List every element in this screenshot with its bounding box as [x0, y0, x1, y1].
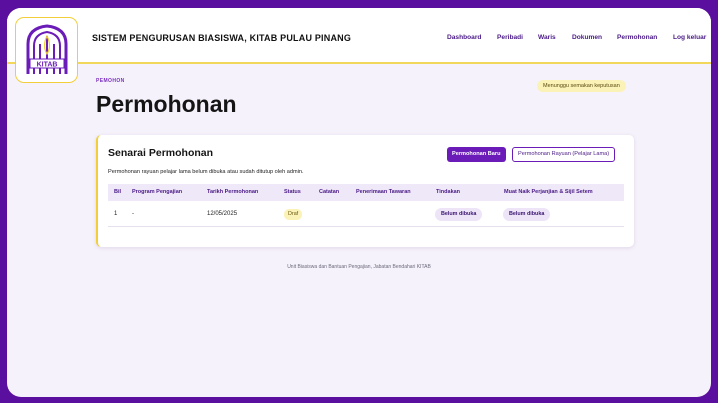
appeal-closed-note: Permohonan rayuan pelajar lama belum dib…: [108, 169, 304, 175]
column-header-tindakan: Tindakan: [436, 189, 461, 195]
action-not-open-badge: Belum dibuka: [435, 208, 483, 221]
cell-tarikh: 12/05/2025: [207, 211, 238, 217]
kitab-logo[interactable]: KITAB: [15, 17, 78, 83]
page-footer: Unit Biasiswa dan Bantuan Pengajian, Jab…: [287, 264, 431, 270]
new-application-button[interactable]: Permohonan Baru: [447, 147, 506, 162]
cell-program: -: [132, 211, 134, 217]
column-header-status: Status: [284, 189, 301, 195]
top-navigation-bar: SISTEM PENGURUSAN BIASISWA, KITAB PULAU …: [7, 8, 711, 64]
logo-text: KITAB: [36, 62, 57, 69]
application-status-badge: Menunggu semakan keputusan: [537, 80, 626, 92]
breadcrumb: PEMOHON: [96, 78, 125, 84]
column-header-tarikh: Tarikh Permohonan: [207, 189, 259, 195]
site-title: SISTEM PENGURUSAN BIASISWA, KITAB PULAU …: [92, 33, 352, 43]
status-badge-draf: Draf: [284, 209, 303, 220]
nav-permohonan[interactable]: Permohonan: [617, 34, 657, 41]
column-header-muat-naik: Muat Naik Perjanjian & Sijil Setem: [504, 189, 593, 195]
table-row: 1 - 12/05/2025 Draf Belum dibuka Belum d…: [108, 202, 624, 227]
nav-peribadi[interactable]: Peribadi: [497, 34, 523, 41]
column-header-program: Program Pengajian: [132, 189, 183, 195]
page-title: Permohonan: [96, 91, 237, 117]
appeal-application-button[interactable]: Permohonan Rayuan (Pelajar Lama): [512, 147, 616, 162]
upload-not-open-badge: Belum dibuka: [503, 208, 551, 221]
cell-bil: 1: [114, 211, 118, 217]
column-header-penerimaan: Penerimaan Tawaran: [356, 189, 411, 195]
application-list-card: Senarai Permohonan Permohonan Baru Permo…: [96, 135, 634, 247]
table-header: Bil Program Pengajian Tarikh Permohonan …: [108, 184, 624, 201]
mosque-arch-icon: KITAB: [26, 24, 67, 74]
nav-log-keluar[interactable]: Log keluar: [673, 34, 706, 41]
column-header-catatan: Catatan: [319, 189, 340, 195]
nav-dashboard[interactable]: Dashboard: [447, 34, 481, 41]
app-frame: SISTEM PENGURUSAN BIASISWA, KITAB PULAU …: [7, 8, 711, 397]
card-title: Senarai Permohonan: [108, 147, 214, 159]
column-header-bil: Bil: [114, 189, 122, 195]
nav-waris[interactable]: Waris: [538, 34, 556, 41]
nav-dokumen[interactable]: Dokumen: [572, 34, 602, 41]
